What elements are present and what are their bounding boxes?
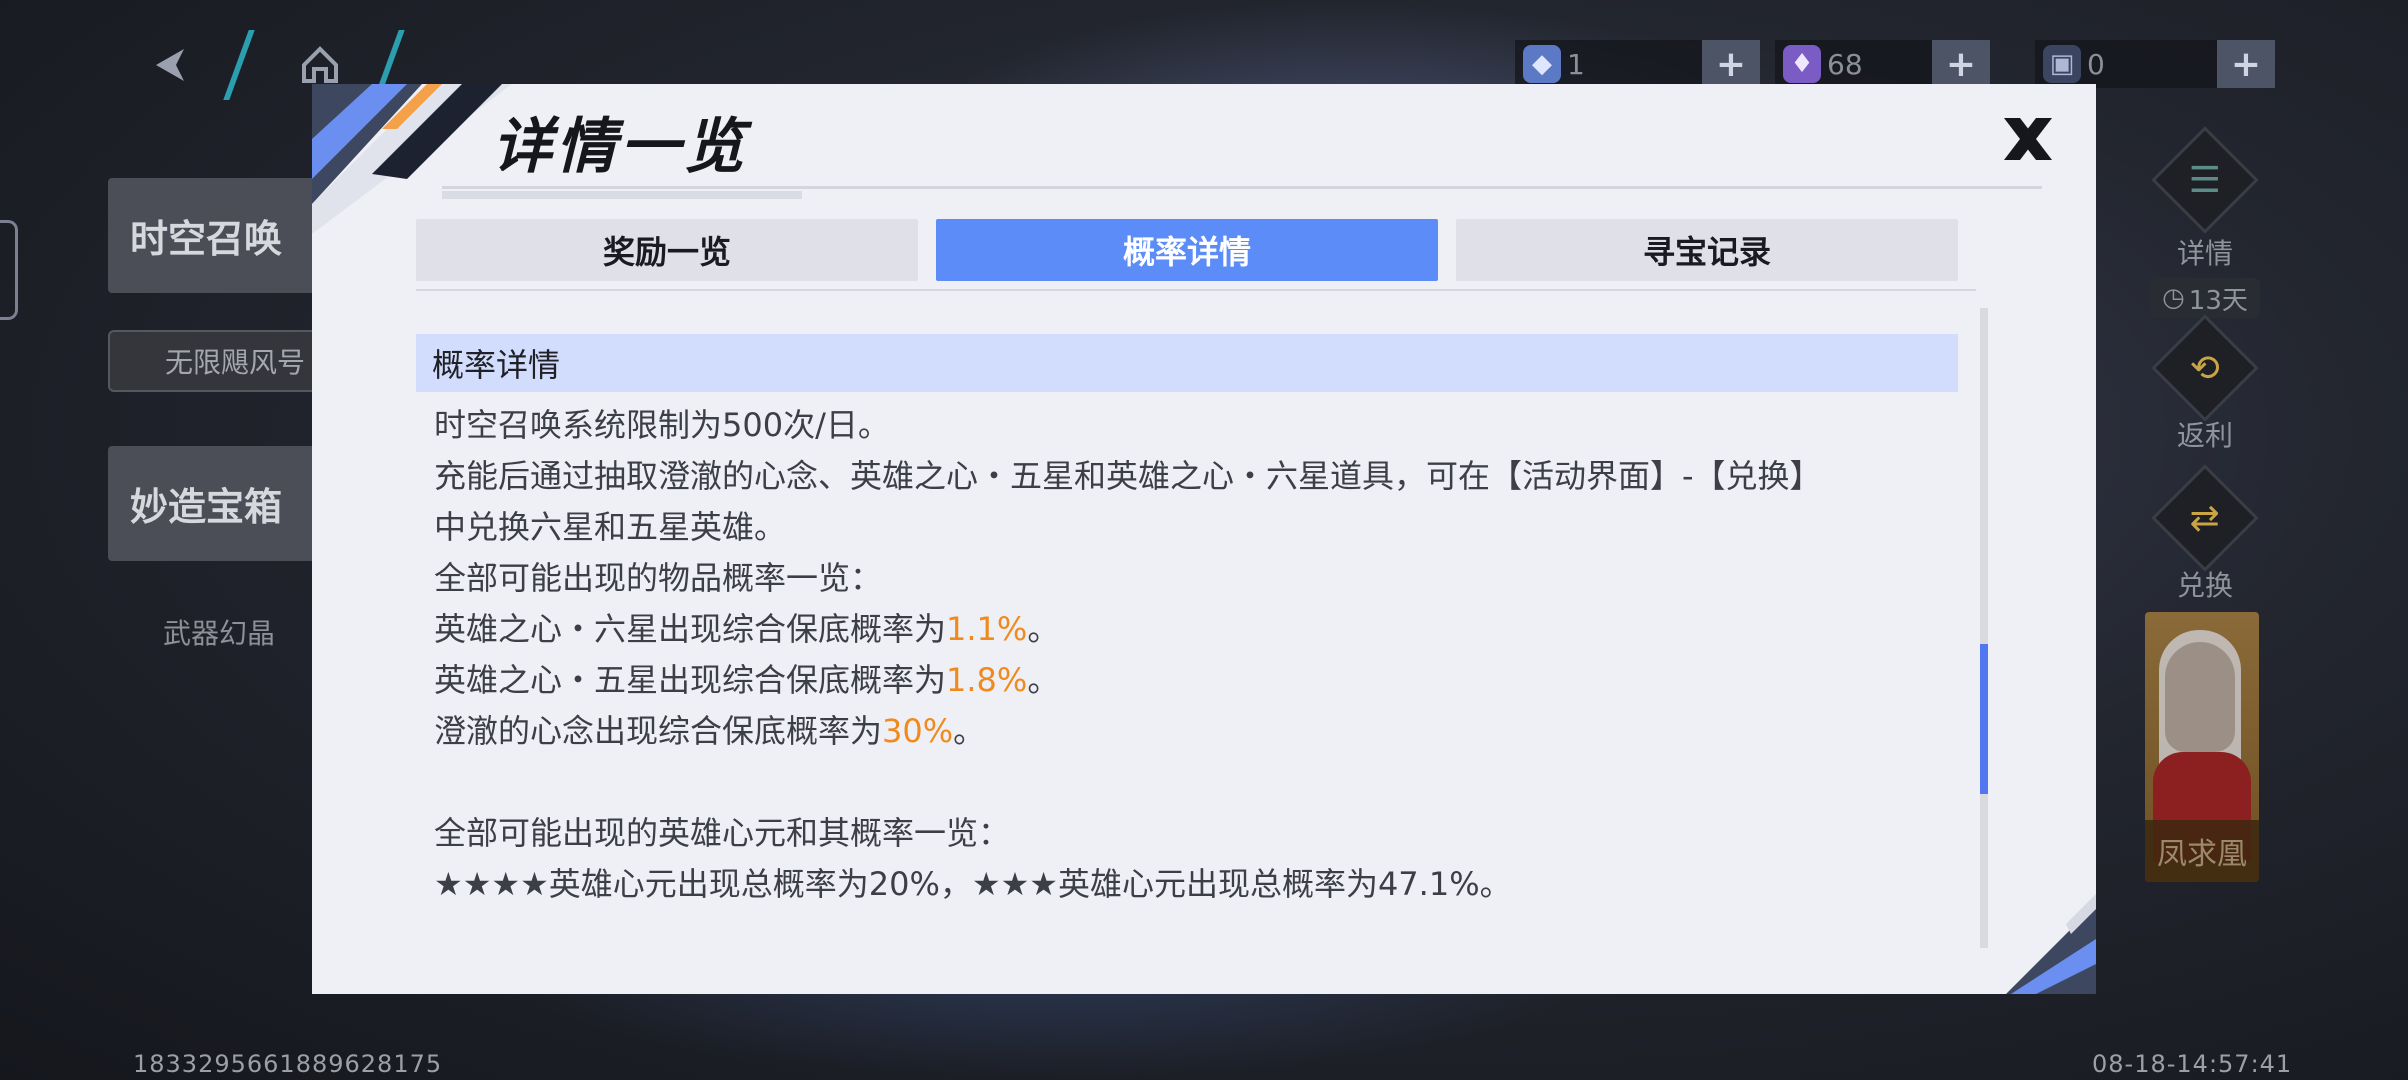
tab-bar: 奖励一览 概率详情 寻宝记录	[416, 219, 1976, 283]
tab-treasure-log[interactable]: 寻宝记录	[1456, 219, 1958, 281]
rebate-icon: ⟲	[2151, 314, 2259, 422]
text-fragment: 澄澈的心念出现综合保底概率为	[434, 712, 883, 750]
exchange-icon: ⇄	[2151, 464, 2259, 572]
back-icon[interactable]	[140, 40, 200, 90]
currency-crystal: ◆ 1 +	[1515, 40, 1760, 88]
footer-user-id: 1833295661889628175	[133, 1050, 443, 1078]
exchange-button[interactable]: ⇄ 兑换	[2140, 464, 2270, 604]
side-subitem-label: 武器幻晶	[163, 617, 276, 650]
text-fragment: 英雄之心・五星出现综合保底概率为	[434, 661, 947, 699]
tab-reward-overview[interactable]: 奖励一览	[416, 219, 918, 281]
footer-timestamp: 08-18-14:57:41	[2092, 1050, 2293, 1078]
dialog-corner-decoration-bottom	[2006, 894, 2096, 994]
side-subitem-label: 无限飓风号	[165, 346, 306, 379]
text-line: 时空召唤系统限制为500次/日。	[434, 406, 890, 444]
probability-value: 30%	[882, 712, 954, 750]
side-item-label: 妙造宝箱	[130, 484, 283, 529]
side-subitem-weapon-crystal[interactable]: 武器幻晶	[163, 612, 275, 652]
tab-label: 寻宝记录	[1642, 233, 1771, 271]
text-line: ★★★★英雄心元出现总概率为20%，★★★英雄心元出现总概率为47.1%。	[434, 865, 1512, 903]
text-line-clear-mind: 澄澈的心念出现综合保底概率为30%。	[434, 706, 1954, 757]
nav-divider	[223, 30, 255, 100]
add-crystal-button[interactable]: +	[1702, 40, 1760, 88]
close-button[interactable]	[1988, 104, 2068, 174]
home-icon[interactable]	[290, 40, 350, 90]
text-line: 全部可能出现的物品概率一览：	[434, 559, 883, 597]
title-divider-accent	[442, 191, 802, 199]
currency-gem: ♦ 68 +	[1775, 40, 1990, 88]
tab-label: 概率详情	[1122, 233, 1251, 271]
add-gem-button[interactable]: +	[1932, 40, 1990, 88]
side-item-label: 时空召唤	[130, 216, 283, 261]
text-fragment: 英雄之心・六星出现综合保底概率为	[434, 610, 947, 648]
section-title: 概率详情	[432, 346, 561, 384]
probability-text: 时空召唤系统限制为500次/日。 充能后通过抽取澄澈的心念、英雄之心・五星和英雄…	[434, 400, 1954, 910]
currency-value: 68	[1827, 47, 1863, 81]
left-edge-tab[interactable]	[0, 220, 18, 320]
probability-content: 概率详情 时空召唤系统限制为500次/日。 充能后通过抽取澄澈的心念、英雄之心・…	[416, 334, 1976, 954]
probability-value: 1.1%	[946, 610, 1028, 648]
details-dialog: 详情一览 奖励一览 概率详情 寻宝记录 概率详情 时空召唤系统限制为500次/日…	[312, 84, 2096, 994]
text-fragment: 。	[953, 712, 986, 750]
currency-value: 0	[2087, 47, 2105, 81]
tab-label: 奖励一览	[602, 233, 731, 271]
rebate-button[interactable]: ⟲ 返利	[2140, 314, 2270, 454]
details-button[interactable]: ☰ 详情	[2140, 126, 2270, 272]
text-line: 中兑换六星和五星英雄。	[434, 508, 787, 546]
details-label: 详情	[2176, 237, 2233, 270]
currency-value: 1	[1567, 47, 1585, 81]
text-fragment: 。	[1027, 610, 1060, 648]
text-fragment: 。	[1027, 661, 1060, 699]
currency-ticket: ▣ 0 +	[2035, 40, 2275, 88]
ticket-icon: ▣	[2043, 45, 2081, 83]
hero-name: 凤求凰	[2145, 820, 2259, 882]
text-line-six-star: 英雄之心・六星出现综合保底概率为1.1%。	[434, 604, 1954, 655]
section-header: 概率详情	[416, 334, 1958, 392]
probability-value: 1.8%	[946, 661, 1028, 699]
tab-probability-details[interactable]: 概率详情	[936, 219, 1438, 281]
timer-badge: ◷ 13天	[2150, 278, 2260, 318]
hero-face	[2165, 642, 2235, 752]
clock-icon: ◷	[2162, 283, 2185, 313]
scrollbar-track[interactable]	[1980, 308, 1988, 948]
text-line: 充能后通过抽取澄澈的心念、英雄之心・五星和英雄之心・六星道具，可在【活动界面】-…	[434, 457, 1822, 495]
list-icon: ☰	[2151, 126, 2259, 234]
hero-card[interactable]: 凤求凰	[2145, 612, 2259, 882]
add-ticket-button[interactable]: +	[2217, 40, 2275, 88]
gem-icon: ♦	[1783, 45, 1821, 83]
crystal-icon: ◆	[1523, 45, 1561, 83]
text-line: 全部可能出现的英雄心元和其概率一览：	[434, 814, 1011, 852]
text-line-five-star: 英雄之心・五星出现综合保底概率为1.8%。	[434, 655, 1954, 706]
tabs-divider	[416, 289, 1976, 291]
close-icon	[2004, 118, 2052, 160]
dialog-title: 详情一览	[492, 112, 748, 182]
dialog-corner-decoration	[312, 84, 512, 234]
title-divider	[442, 186, 2042, 189]
scrollbar-thumb[interactable]	[1980, 644, 1988, 794]
timer-label: 13天	[2188, 285, 2248, 316]
